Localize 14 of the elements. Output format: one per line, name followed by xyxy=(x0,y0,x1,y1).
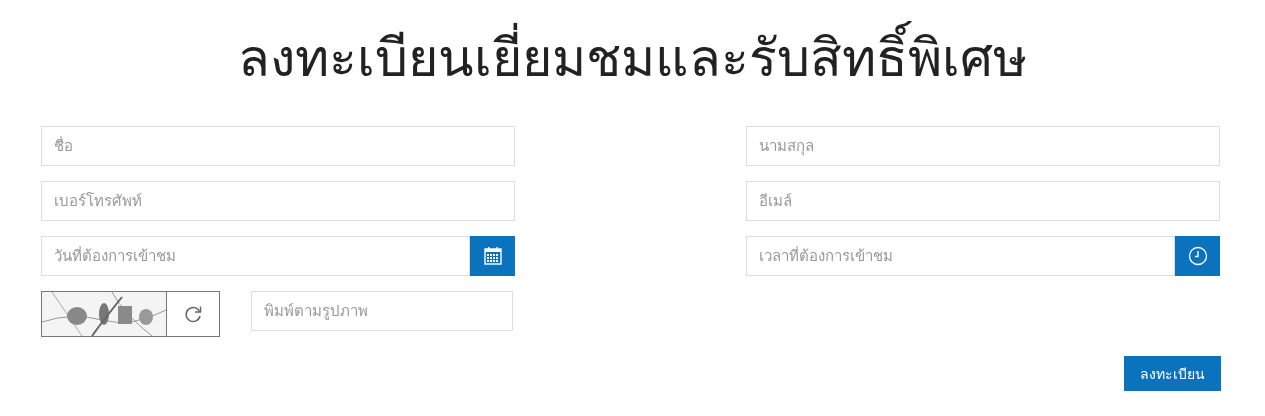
date-field[interactable]: วันที่ต้องการเข้าชม xyxy=(41,236,470,276)
input-field[interactable]: เบอร์โทรศัพท์ xyxy=(41,181,515,221)
refresh-icon xyxy=(183,304,203,324)
page-title: ลงทะเบียนเยี่ยมชมและรับสิทธิ์พิเศษ xyxy=(0,0,1265,94)
input-field[interactable]: อีเมล์ xyxy=(746,181,1220,221)
clock-button[interactable] xyxy=(1175,236,1220,276)
calendar-icon xyxy=(482,246,503,266)
clock-icon xyxy=(1187,246,1208,266)
input-field[interactable]: ชื่อ xyxy=(41,126,515,166)
calendar-button[interactable] xyxy=(470,236,515,276)
input-field[interactable]: นามสกุล xyxy=(746,126,1220,166)
register-button[interactable]: ลงทะเบียน xyxy=(1124,356,1221,391)
time-field[interactable]: เวลาที่ต้องการเข้าชม xyxy=(746,236,1175,276)
captcha-field[interactable]: พิมพ์ตามรูปภาพ xyxy=(251,291,513,331)
